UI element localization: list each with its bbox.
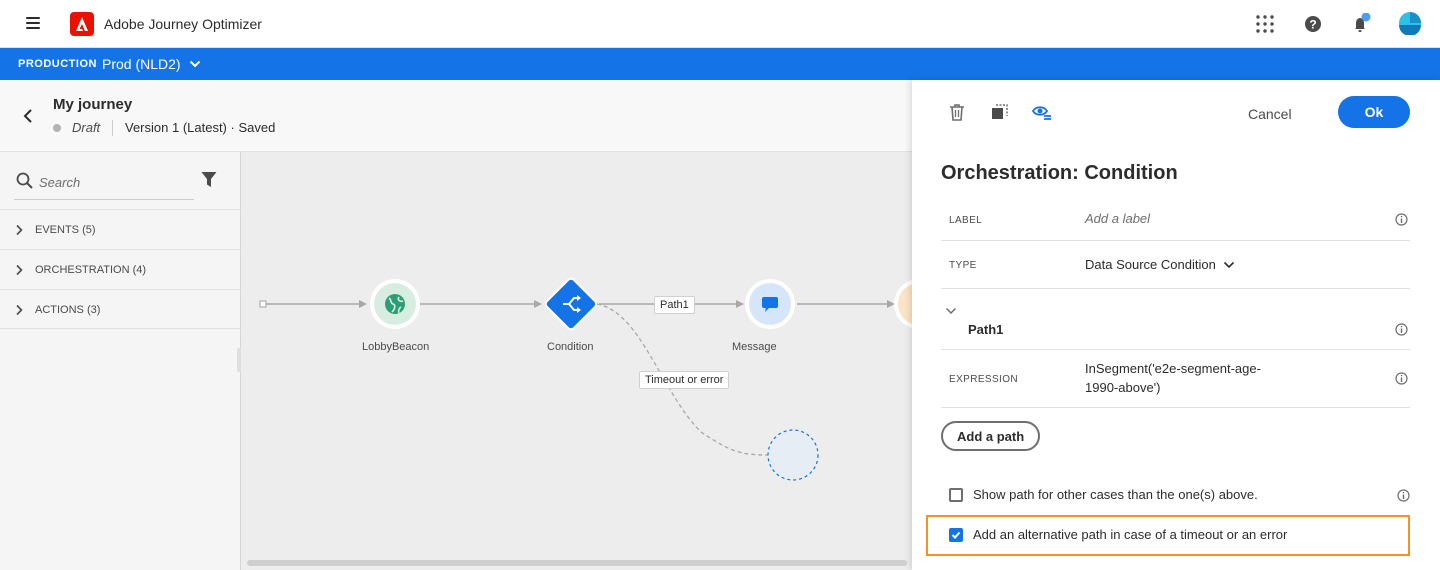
delete-icon[interactable] bbox=[947, 102, 967, 122]
node-label[interactable]: Condition bbox=[547, 341, 593, 353]
alternative-path-checkbox[interactable] bbox=[949, 528, 963, 542]
globe-icon bbox=[385, 294, 405, 314]
search-field[interactable]: Search bbox=[14, 168, 194, 200]
collapse-chevron-icon[interactable] bbox=[945, 304, 957, 322]
notifications-bell-icon[interactable] bbox=[1350, 12, 1372, 35]
sandbox-selector[interactable]: Prod (NLD2) bbox=[102, 56, 181, 72]
journey-graph bbox=[259, 277, 912, 481]
expression-row: EXPRESSION InSegment('e2e-segment-age- 1… bbox=[941, 350, 1410, 408]
menu-icon[interactable] bbox=[26, 17, 40, 29]
info-icon[interactable] bbox=[1395, 323, 1408, 336]
svg-text:?: ? bbox=[1309, 18, 1316, 32]
panel-title: Orchestration: Condition bbox=[941, 162, 1178, 184]
duplicate-icon[interactable] bbox=[990, 102, 1010, 122]
chevron-down-icon[interactable] bbox=[1223, 258, 1235, 276]
category-label: ACTIONS (3) bbox=[35, 304, 101, 316]
filter-icon[interactable] bbox=[201, 171, 217, 193]
journey-version: Version 1 (Latest) · Saved bbox=[125, 120, 276, 135]
label-input[interactable]: Add a label bbox=[1085, 211, 1150, 226]
journey-status: Draft bbox=[72, 120, 101, 135]
sandbox-bar: PRODUCTION Prod (NLD2) bbox=[0, 48, 1440, 80]
expression-key: EXPRESSION bbox=[949, 374, 1019, 385]
path-name: Path1 bbox=[968, 322, 1004, 337]
back-arrow-icon[interactable] bbox=[22, 108, 36, 129]
chevron-down-icon[interactable] bbox=[189, 57, 201, 76]
expression-line-2[interactable]: 1990-above') bbox=[1085, 380, 1160, 395]
chevron-right-icon bbox=[14, 223, 24, 241]
category-events[interactable]: EVENTS (5) bbox=[0, 209, 241, 249]
info-icon[interactable] bbox=[1395, 213, 1408, 226]
checkmark-icon bbox=[951, 531, 961, 539]
category-orchestration[interactable]: ORCHESTRATION (4) bbox=[0, 249, 241, 289]
info-icon[interactable] bbox=[1395, 372, 1408, 385]
top-bar: Adobe Journey Optimizer ? bbox=[0, 0, 1440, 48]
help-icon[interactable]: ? bbox=[1302, 13, 1324, 35]
ok-button[interactable]: Ok bbox=[1338, 96, 1410, 128]
horizontal-scrollbar[interactable] bbox=[247, 560, 907, 566]
divider bbox=[112, 120, 113, 136]
condition-node bbox=[544, 277, 598, 331]
category-label: EVENTS (5) bbox=[35, 224, 96, 236]
path-header-row: Path1 bbox=[941, 290, 1410, 350]
preview-icon[interactable] bbox=[1031, 102, 1053, 122]
chevron-right-icon bbox=[14, 263, 24, 281]
sandbox-label: PRODUCTION bbox=[18, 58, 97, 70]
adobe-logo bbox=[70, 12, 94, 36]
search-input[interactable]: Search bbox=[39, 175, 80, 190]
chevron-right-icon bbox=[14, 303, 24, 321]
info-icon[interactable] bbox=[1397, 489, 1410, 502]
status-dot-icon bbox=[53, 124, 61, 132]
activity-palette: Search EVENTS (5) ORCHESTRATION (4) ACTI… bbox=[0, 152, 245, 570]
app-name: Adobe Journey Optimizer bbox=[104, 16, 262, 32]
type-row: TYPE Data Source Condition bbox=[941, 241, 1410, 289]
category-label: ORCHESTRATION (4) bbox=[35, 264, 147, 276]
path-label-chip[interactable]: Path1 bbox=[654, 296, 695, 314]
node-label[interactable]: LobbyBeacon bbox=[362, 341, 429, 353]
label-row: LABEL Add a label bbox=[941, 199, 1410, 241]
type-key: TYPE bbox=[949, 260, 977, 271]
journey-title: My journey bbox=[53, 96, 133, 113]
label-key: LABEL bbox=[949, 215, 983, 226]
expression-line-1[interactable]: InSegment('e2e-segment-age- bbox=[1085, 361, 1261, 376]
journey-header: My journey Draft Version 1 (Latest) · Sa… bbox=[0, 80, 912, 152]
alternative-path-label[interactable]: Add an alternative path in case of a tim… bbox=[973, 527, 1287, 542]
apps-grid-icon[interactable] bbox=[1254, 13, 1276, 35]
avatar[interactable] bbox=[1398, 11, 1422, 36]
activity-properties-panel: Cancel Ok Orchestration: Condition LABEL… bbox=[912, 80, 1440, 570]
timeout-label-chip[interactable]: Timeout or error bbox=[639, 371, 730, 389]
node-label[interactable]: Message bbox=[732, 341, 777, 353]
show-other-cases-label[interactable]: Show path for other cases than the one(s… bbox=[973, 487, 1258, 502]
search-icon bbox=[16, 172, 34, 195]
cancel-button[interactable]: Cancel bbox=[1248, 102, 1292, 126]
type-dropdown[interactable]: Data Source Condition bbox=[1085, 257, 1216, 272]
category-actions[interactable]: ACTIONS (3) bbox=[0, 289, 241, 329]
show-other-cases-checkbox[interactable] bbox=[949, 488, 963, 502]
add-path-button[interactable]: Add a path bbox=[941, 421, 1041, 451]
journey-canvas[interactable]: LobbyBeacon Condition Message Path1 Time… bbox=[241, 152, 912, 570]
